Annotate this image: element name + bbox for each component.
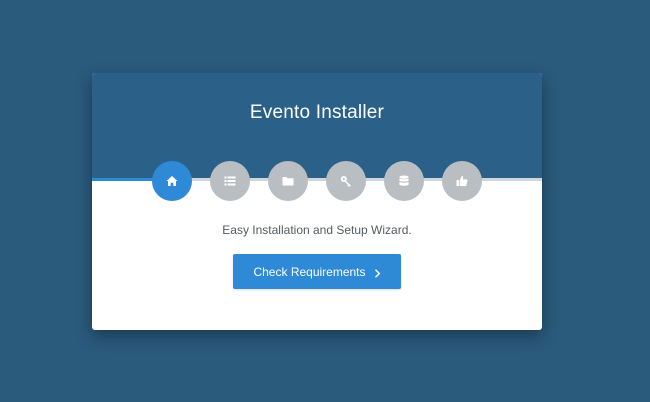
subtitle: Easy Installation and Setup Wizard. [222, 223, 412, 237]
step-folder[interactable] [268, 161, 308, 201]
step-database[interactable] [384, 161, 424, 201]
database-icon [399, 175, 409, 186]
installer-card: Evento Installer Easy Installation and S… [92, 73, 542, 330]
folder-icon [282, 177, 294, 186]
step-finish[interactable] [442, 161, 482, 201]
thumbs-up-icon [456, 175, 468, 186]
key-icon [340, 176, 351, 187]
step-indicator [92, 161, 542, 201]
step-list[interactable] [210, 161, 250, 201]
step-key[interactable] [326, 161, 366, 201]
step-home[interactable] [152, 161, 192, 201]
check-requirements-button[interactable]: Check Requirements [233, 254, 401, 289]
list-icon [224, 176, 236, 186]
page-title: Evento Installer [249, 102, 385, 123]
chevron-right-icon [374, 267, 381, 278]
home-icon [166, 176, 178, 186]
check-requirements-label: Check Requirements [253, 264, 366, 279]
